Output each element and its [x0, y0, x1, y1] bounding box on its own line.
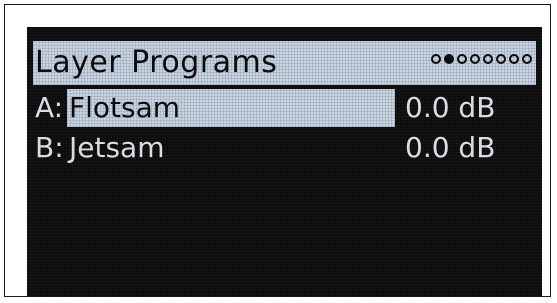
page-dot-5 [483, 54, 493, 64]
page-dot-7 [509, 54, 519, 64]
layer-slot-label: B: [35, 131, 64, 164]
oled-screen: Layer Programs A: Flotsam 0.0 dB B: Jets… [27, 27, 542, 297]
page-dot-6 [496, 54, 506, 64]
page-title: Layer Programs [35, 45, 278, 80]
title-bar: Layer Programs [33, 41, 536, 85]
layer-slot-label: A: [35, 91, 64, 124]
layer-b-level[interactable]: 0.0 dB [405, 129, 495, 167]
layer-a-program-field[interactable]: Flotsam [67, 89, 395, 127]
device-frame: Layer Programs A: Flotsam 0.0 dB B: Jets… [4, 4, 551, 297]
page-dot-8 [522, 54, 532, 64]
page-dot-3 [457, 54, 467, 64]
layer-b-program-field[interactable]: Jetsam [67, 129, 395, 167]
layer-row-b[interactable]: B: Jetsam 0.0 dB [33, 129, 536, 167]
layer-a-level[interactable]: 0.0 dB [405, 89, 495, 127]
page-indicator [431, 54, 532, 64]
page-dot-2-current [444, 54, 454, 64]
page-dot-4 [470, 54, 480, 64]
layer-row-a[interactable]: A: Flotsam 0.0 dB [33, 89, 536, 127]
page-dot-1 [431, 54, 441, 64]
